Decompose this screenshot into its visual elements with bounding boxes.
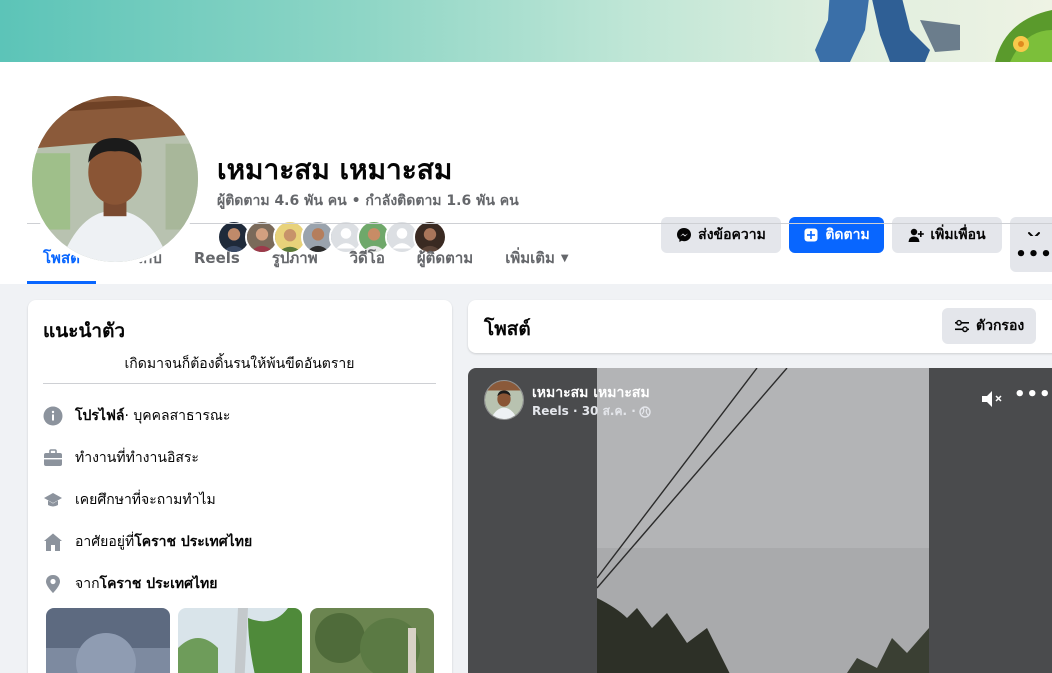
reel-author-avatar[interactable] <box>484 380 524 420</box>
intro-card: แนะนำตัว เกิดมาจนก็ต้องดิ้นรนให้พ้นขีดอั… <box>28 300 452 673</box>
profile-avatar[interactable] <box>28 92 202 266</box>
reel-post[interactable]: เหมาะสม เหมาะสม Reels · 30 ส.ค. · ••• <box>468 368 1052 673</box>
tab-reels[interactable]: Reels <box>178 232 256 284</box>
briefcase-icon <box>42 447 64 469</box>
cover-flower-illustration <box>995 10 1052 62</box>
reel-meta: Reels · 30 ส.ค. · <box>532 402 651 421</box>
featured-photo[interactable] <box>178 608 302 673</box>
cover-illustration <box>815 0 960 62</box>
intro-work-prefix: ทำงานที่ <box>75 450 126 466</box>
intro-lives-prefix: อาศัยอยู่ที่ <box>75 534 135 550</box>
reel-meta-text: Reels · 30 ส.ค. · <box>532 404 636 418</box>
globe-icon <box>639 405 651 418</box>
profile-more-button[interactable]: ••• <box>1010 236 1052 272</box>
follow-stats[interactable]: ผู้ติดตาม 4.6 พัน คน • กำลังติดตาม 1.6 พ… <box>217 190 519 212</box>
intro-title: แนะนำตัว <box>43 320 126 342</box>
tab-photos[interactable]: รูปภาพ <box>256 232 334 284</box>
tab-more-label: เพิ่มเติม <box>505 249 555 267</box>
filter-sliders-icon <box>955 319 969 333</box>
intro-lives-row: อาศัยอยู่ที่ โคราช ประเทศไทย <box>42 531 252 553</box>
intro-from-value[interactable]: โคราช ประเทศไทย <box>100 573 218 595</box>
add-friend-icon <box>908 228 925 242</box>
graduation-cap-icon <box>42 489 64 511</box>
intro-work-row: ทำงานที่ ทำงานอิสระ <box>42 447 199 469</box>
profile-name: เหมาะสม เหมาะสม <box>217 153 453 186</box>
add-friend-button-label: เพิ่มเพื่อน <box>930 227 986 243</box>
intro-from-prefix: จาก <box>75 576 100 592</box>
intro-bio: เกิดมาจนก็ต้องดิ้นรนให้พ้นขีดอันตราย <box>124 356 355 372</box>
reel-author-name[interactable]: เหมาะสม เหมาะสม <box>532 382 650 404</box>
profile-header: เหมาะสม เหมาะสม ผู้ติดตาม 4.6 พัน คน • ก… <box>0 62 1052 284</box>
reel-more-options[interactable]: ••• <box>1014 384 1052 405</box>
intro-from-row: จาก โคราช ประเทศไทย <box>42 573 218 595</box>
home-icon <box>42 531 64 553</box>
filter-button[interactable]: ตัวกรอง <box>942 308 1037 344</box>
follow-button-label: ติดตาม <box>825 227 870 243</box>
intro-study-value[interactable]: จะถามทำไม <box>141 489 216 511</box>
messenger-icon <box>677 228 692 242</box>
intro-lives-value[interactable]: โคราช ประเทศไทย <box>134 531 252 553</box>
intro-divider <box>43 383 436 384</box>
intro-study-prefix: เคยศึกษาที่ <box>75 492 142 508</box>
intro-profile-value: · บุคคลสาธารณะ <box>124 408 231 424</box>
posts-title: โพสต์ <box>484 318 531 340</box>
caret-down-icon: ▼ <box>560 252 569 264</box>
intro-work-value[interactable]: ทำงานอิสระ <box>126 447 199 469</box>
tab-followers[interactable]: ผู้ติดตาม <box>401 232 489 284</box>
message-button-label: ส่งข้อความ <box>698 227 766 243</box>
intro-featured-photos <box>46 608 434 673</box>
intro-profile-label: โปรไฟล์ <box>75 408 125 424</box>
tab-more[interactable]: เพิ่มเติม ▼ <box>489 232 584 284</box>
location-pin-icon <box>42 573 64 595</box>
posts-header-card: โพสต์ ตัวกรอง <box>468 300 1052 353</box>
cover-photo[interactable] <box>0 0 1052 62</box>
intro-study-row: เคยศึกษาที่ จะถามทำไม <box>42 489 216 511</box>
filter-button-label: ตัวกรอง <box>976 318 1025 334</box>
follow-icon <box>804 228 818 242</box>
mute-icon[interactable] <box>980 388 1004 410</box>
intro-profile-row: โปรไฟล์ · บุคคลสาธารณะ <box>42 405 230 427</box>
info-icon <box>42 405 64 427</box>
tab-videos[interactable]: วิดีโอ <box>334 232 401 284</box>
featured-photo[interactable] <box>46 608 170 673</box>
avatar-photo <box>32 96 198 262</box>
featured-photo[interactable] <box>310 608 434 673</box>
